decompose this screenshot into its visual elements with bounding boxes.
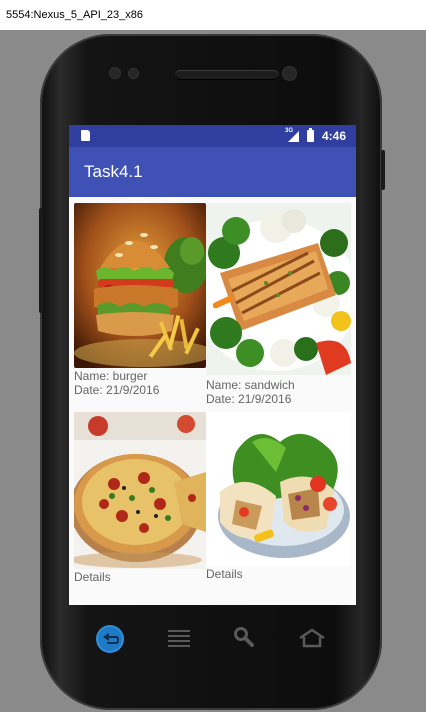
clock: 4:46 [322, 129, 347, 143]
navigation-bar [69, 615, 356, 665]
grid-item-pizza[interactable]: Details [74, 412, 206, 594]
item-name: Name: burger [74, 369, 148, 383]
device-screen: 3G 4:46 Task4.1 Name: burger Date: 21/9/… [69, 125, 356, 605]
grid-item-burger[interactable]: Name: burger Date: 21/9/2016 [74, 203, 206, 403]
grid-item-sandwich[interactable]: Name: sandwich Date: 21/9/2016 [206, 203, 351, 411]
sd-card-icon [81, 130, 90, 141]
food-grid[interactable]: Name: burger Date: 21/9/2016 Name: sandw… [69, 197, 356, 605]
pizza-image [74, 412, 206, 569]
wrap-salad-image [206, 412, 351, 566]
menu-icon[interactable] [166, 628, 192, 648]
app-bar: Task4.1 [69, 147, 356, 197]
front-camera [283, 67, 296, 80]
back-icon[interactable] [95, 624, 125, 654]
grilled-salmon-image [206, 203, 351, 375]
signal-icon [288, 131, 299, 142]
window-title: 5554:Nexus_5_API_23_x86 [0, 0, 426, 30]
power-button[interactable] [381, 150, 385, 190]
status-bar: 3G 4:46 [69, 125, 356, 147]
item-details: Details [74, 570, 111, 584]
volume-button[interactable] [39, 208, 43, 313]
burger-image [74, 203, 206, 368]
front-sensor [110, 68, 120, 78]
item-date: Date: 21/9/2016 [74, 383, 160, 397]
home-icon[interactable] [298, 628, 326, 648]
search-icon[interactable] [233, 626, 255, 648]
item-details: Details [206, 567, 243, 581]
battery-icon [307, 128, 314, 142]
item-name: Name: sandwich [206, 378, 295, 392]
app-title: Task4.1 [84, 162, 143, 181]
earpiece-speaker [175, 70, 279, 80]
item-date: Date: 21/9/2016 [206, 392, 292, 406]
grid-item-wrap[interactable]: Details [206, 412, 351, 592]
front-sensor [129, 69, 138, 78]
